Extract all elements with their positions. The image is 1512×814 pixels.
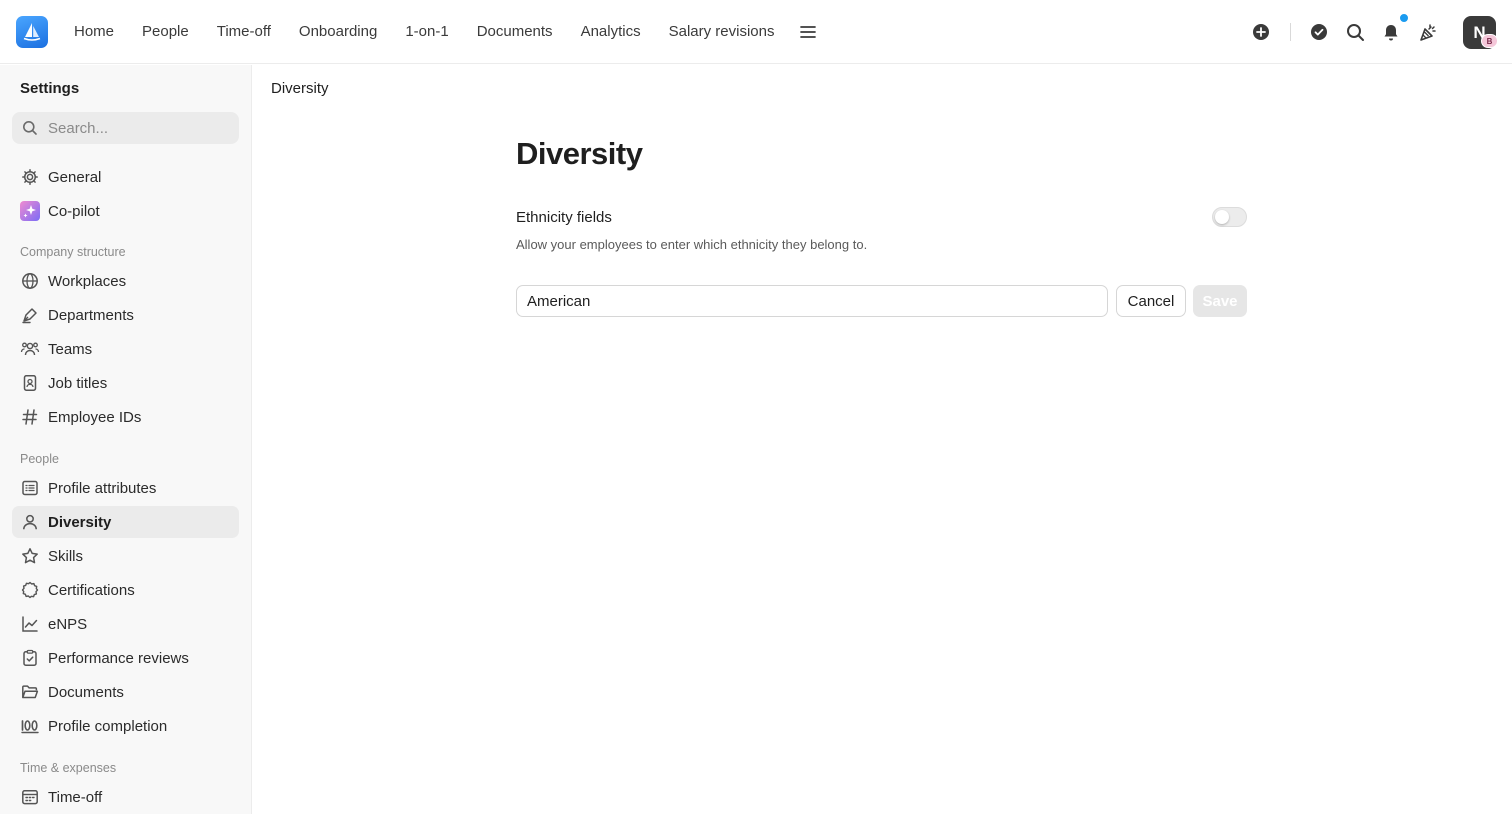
save-button[interactable]: Save <box>1193 285 1247 317</box>
avatar-company-badge: B <box>1481 34 1498 48</box>
sidebar-item-diversity[interactable]: Diversity <box>12 506 239 538</box>
nav-people[interactable]: People <box>128 0 203 64</box>
sidebar-item-performance-reviews[interactable]: Performance reviews <box>12 642 239 674</box>
toggle-knob <box>1215 210 1229 224</box>
sidebar-item-certifications[interactable]: Certifications <box>12 574 239 606</box>
check-circle-icon[interactable] <box>1308 21 1330 43</box>
sidebar-item-general[interactable]: General <box>12 161 239 193</box>
team-icon <box>20 339 40 359</box>
ethnicity-input[interactable] <box>516 285 1108 317</box>
nav-1-on-1[interactable]: 1-on-1 <box>391 0 462 64</box>
gear-icon <box>20 167 40 187</box>
sidebar-item-employee-ids[interactable]: Employee IDs <box>12 401 239 433</box>
notification-dot <box>1399 13 1409 23</box>
sidebar-item-label: Workplaces <box>48 272 127 290</box>
nav-documents[interactable]: Documents <box>463 0 567 64</box>
id-badge-icon <box>20 373 40 393</box>
sidebar-item-label: Skills <box>48 547 84 565</box>
sidebar-item-job-titles[interactable]: Job titles <box>12 367 239 399</box>
person-icon <box>20 512 40 532</box>
sidebar-item-teams[interactable]: Teams <box>12 333 239 365</box>
nav-analytics[interactable]: Analytics <box>567 0 655 64</box>
sidebar-item-profile-completion[interactable]: Profile completion <box>12 710 239 742</box>
sidebar-item-label: Performance reviews <box>48 649 189 667</box>
plus-circle-icon[interactable] <box>1250 21 1272 43</box>
section-time-expenses: Time & expenses <box>20 761 117 775</box>
star-icon <box>20 546 40 566</box>
sidebar-item-label: Documents <box>48 683 124 701</box>
sidebar-item-label: Certifications <box>48 581 135 599</box>
sidebar-item-enps[interactable]: eNPS <box>12 608 239 640</box>
sidebar-item-label: Diversity <box>48 513 112 531</box>
bell-icon[interactable] <box>1380 21 1402 43</box>
folder-open-icon <box>20 682 40 702</box>
sidebar-item-label: Teams <box>48 340 93 358</box>
cancel-button[interactable]: Cancel <box>1116 285 1186 317</box>
sidebar-item-label: Departments <box>48 306 134 324</box>
sidebar-item-workplaces[interactable]: Workplaces <box>12 265 239 297</box>
nav-time-off[interactable]: Time-off <box>203 0 285 64</box>
section-company-structure: Company structure <box>20 245 126 259</box>
page-title: Diversity <box>516 136 643 171</box>
party-icon[interactable] <box>1417 21 1439 43</box>
globe-icon <box>20 271 40 291</box>
sidebar-item-skills[interactable]: Skills <box>12 540 239 572</box>
sidebar-item-label: Time-off <box>48 788 103 806</box>
hundred-points-icon <box>20 716 40 736</box>
breadcrumb: Diversity <box>271 80 329 97</box>
sidebar-item-label: Profile attributes <box>48 479 157 497</box>
sidebar-item-copilot[interactable]: Co-pilot <box>12 195 239 227</box>
sidebar-item-departments[interactable]: Departments <box>12 299 239 331</box>
sidebar-item-label: Co-pilot <box>48 202 100 220</box>
hash-icon <box>20 407 40 427</box>
sidebar-item-label: General <box>48 168 102 186</box>
clipboard-check-icon <box>20 648 40 668</box>
top-navigation: Home People Time-off Onboarding 1-on-1 D… <box>0 0 1512 64</box>
sidebar-item-documents[interactable]: Documents <box>12 676 239 708</box>
section-people: People <box>20 452 59 466</box>
nav-onboarding[interactable]: Onboarding <box>285 0 391 64</box>
calendar-icon <box>20 787 40 807</box>
ethnicity-fields-description: Allow your employees to enter which ethn… <box>516 237 868 252</box>
sparkle-icon <box>20 201 40 221</box>
sidebar-item-time-off[interactable]: Time-off <box>12 781 239 813</box>
ethnicity-fields-toggle[interactable] <box>1212 207 1247 227</box>
sidebar-item-label: Employee IDs <box>48 408 142 426</box>
nav-divider <box>1290 23 1291 41</box>
sidebar-item-label: Profile completion <box>48 717 168 735</box>
search-icon <box>23 121 37 135</box>
sidebar-search[interactable] <box>12 112 239 144</box>
search-icon[interactable] <box>1344 21 1366 43</box>
pen-nib-icon <box>20 305 40 325</box>
main-nav: Home People Time-off Onboarding 1-on-1 D… <box>60 0 820 64</box>
sidebar-item-label: eNPS <box>48 615 88 633</box>
badge-seal-icon <box>20 580 40 600</box>
nav-home[interactable]: Home <box>60 0 128 64</box>
sidebar-title: Settings <box>20 80 80 97</box>
ethnicity-fields-label: Ethnicity fields <box>516 209 612 226</box>
sidebar-search-input[interactable] <box>48 119 228 137</box>
list-icon <box>20 478 40 498</box>
sailboat-logo[interactable] <box>16 16 48 48</box>
nav-salary-revisions[interactable]: Salary revisions <box>655 0 789 64</box>
sidebar-item-label: Job titles <box>48 374 108 392</box>
settings-sidebar: Settings General Co-pilot Company struct… <box>0 65 252 814</box>
line-chart-icon <box>20 614 40 634</box>
sidebar-item-profile-attributes[interactable]: Profile attributes <box>12 472 239 504</box>
hamburger-menu-icon[interactable] <box>796 20 820 44</box>
